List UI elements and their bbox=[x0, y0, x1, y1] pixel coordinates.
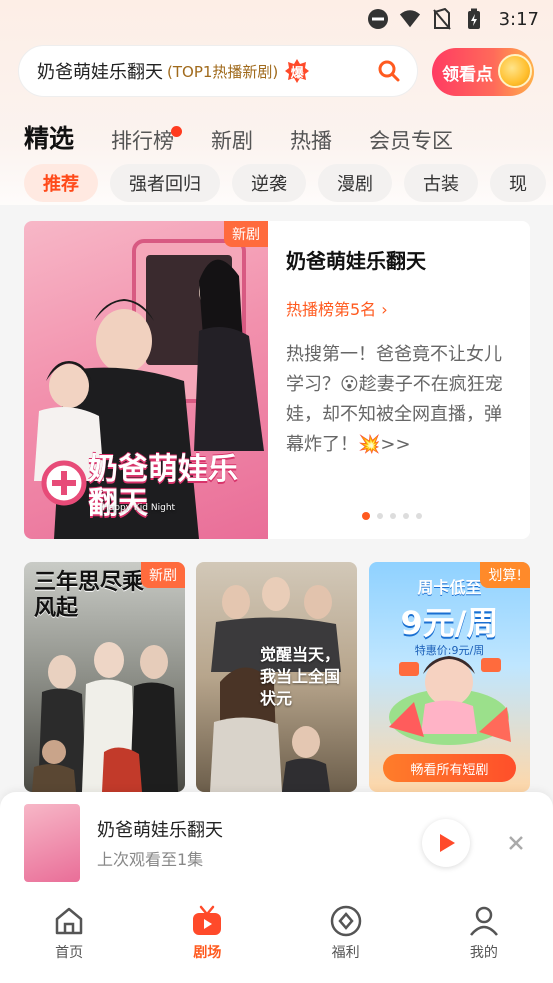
nav-home-label: 首页 bbox=[55, 945, 84, 961]
home-icon bbox=[55, 907, 83, 935]
do-not-disturb-icon bbox=[367, 8, 389, 30]
featured-description: 热搜第一！爸爸竟不让女儿学习？😮趁妻子不在疯狂宠娃，却不知被全网直播，弹幕炸了！… bbox=[286, 344, 503, 455]
play-icon bbox=[440, 834, 455, 852]
nav-profile[interactable]: 我的 bbox=[415, 894, 553, 983]
tab-new[interactable]: 新剧 bbox=[211, 125, 253, 155]
drama-card-tag: 新剧 bbox=[141, 562, 185, 588]
promo-tag: 划算! bbox=[480, 562, 530, 588]
chip-costume[interactable]: 古装 bbox=[404, 164, 478, 202]
carousel-indicator bbox=[362, 512, 422, 520]
reward-button-label: 领看点 bbox=[442, 64, 493, 85]
carousel-dot bbox=[403, 513, 409, 519]
nav-theater-label: 剧场 bbox=[193, 945, 222, 961]
close-icon[interactable] bbox=[506, 833, 526, 857]
nav-profile-label: 我的 bbox=[469, 945, 498, 961]
promo-button[interactable]: 畅看所有短剧 bbox=[383, 754, 516, 782]
status-bar: 3:17 bbox=[0, 0, 553, 38]
promo-subtitle: 特惠价:9元/周 bbox=[414, 644, 485, 657]
category-tabs: 精选 排行榜 新剧 热播 会员专区 bbox=[24, 115, 490, 155]
coin-icon bbox=[330, 905, 361, 937]
carousel-dot bbox=[377, 513, 383, 519]
no-sim-icon bbox=[431, 8, 453, 30]
wifi-icon bbox=[399, 8, 421, 30]
chip-recommend[interactable]: 推荐 bbox=[24, 164, 98, 202]
featured-poster[interactable]: 奶爸萌娃乐翻天 Happy Kid Night 新剧 bbox=[24, 221, 268, 539]
tab-featured[interactable]: 精选 bbox=[24, 119, 74, 155]
hot-badge: 爆 bbox=[284, 58, 310, 84]
profile-icon bbox=[469, 906, 498, 936]
featured-rank-link[interactable]: 热播榜第5名 › bbox=[286, 296, 516, 320]
search-query: 奶爸萌娃乐翻天 bbox=[37, 62, 163, 83]
featured-card[interactable]: 奶爸萌娃乐翻天 Happy Kid Night 新剧 奶爸萌娃乐翻天 热播榜第5… bbox=[24, 221, 530, 539]
promo-price: 9元/周 bbox=[400, 604, 499, 642]
featured-info: 奶爸萌娃乐翻天 热播榜第5名 › 热搜第一！爸爸竟不让女儿学习？😮趁妻子不在疯狂… bbox=[286, 245, 516, 460]
mini-player-progress: 上次观看至1集 bbox=[97, 850, 204, 869]
chip-comeback[interactable]: 逆袭 bbox=[232, 164, 306, 202]
theater-icon bbox=[193, 905, 222, 935]
search-icon[interactable] bbox=[377, 59, 401, 87]
mini-player-title: 奶爸萌娃乐翻天 bbox=[97, 820, 223, 841]
mini-player[interactable]: 奶爸萌娃乐翻天 上次观看至1集 bbox=[0, 792, 553, 894]
chip-strong-return[interactable]: 强者回归 bbox=[110, 164, 220, 202]
nav-rewards-label: 福利 bbox=[331, 945, 360, 961]
drama-card-poster-title: 三年思尽乘风起 bbox=[34, 570, 145, 621]
featured-tag: 新剧 bbox=[224, 221, 268, 247]
battery-charging-icon bbox=[463, 8, 485, 30]
search-bar[interactable]: 奶爸萌娃乐翻天 (TOP1热播新剧) 爆 bbox=[18, 45, 418, 97]
featured-poster-subtitle: Happy Kid Night bbox=[102, 503, 176, 513]
promo-card[interactable]: 周卡低至 9元/周 特惠价:9元/周 畅看所有短剧 划算! bbox=[369, 562, 530, 792]
tab-ranking[interactable]: 排行榜 bbox=[111, 125, 183, 155]
chip-more[interactable]: 现 bbox=[490, 164, 546, 202]
mini-player-thumbnail[interactable] bbox=[24, 804, 80, 882]
play-button[interactable] bbox=[422, 819, 470, 867]
chip-comic[interactable]: 漫剧 bbox=[318, 164, 392, 202]
drama-card[interactable]: 觉醒当天，我当上全国状元 bbox=[196, 562, 357, 792]
coin-icon bbox=[498, 54, 532, 88]
bottom-nav: 首页 剧场 福利 我的 bbox=[0, 894, 553, 983]
featured-title: 奶爸萌娃乐翻天 bbox=[286, 249, 426, 273]
carousel-dot bbox=[362, 512, 370, 520]
tab-hot[interactable]: 热播 bbox=[290, 125, 332, 155]
status-time: 3:17 bbox=[498, 8, 539, 30]
search-hint: (TOP1热播新剧) bbox=[167, 62, 279, 81]
nav-theater[interactable]: 剧场 bbox=[138, 894, 276, 983]
carousel-dot bbox=[416, 513, 422, 519]
notification-dot bbox=[171, 126, 183, 137]
carousel-dot bbox=[390, 513, 396, 519]
genre-chips: 推荐 强者回归 逆袭 漫剧 古装 现 bbox=[24, 164, 553, 204]
reward-button[interactable]: 领看点 bbox=[432, 48, 534, 96]
drama-card[interactable]: 三年思尽乘风起 新剧 bbox=[24, 562, 185, 792]
nav-home[interactable]: 首页 bbox=[0, 894, 138, 983]
drama-card-poster-title: 觉醒当天，我当上全国状元 bbox=[260, 645, 341, 708]
nav-rewards[interactable]: 福利 bbox=[277, 894, 415, 983]
tab-vip[interactable]: 会员专区 bbox=[369, 125, 453, 155]
